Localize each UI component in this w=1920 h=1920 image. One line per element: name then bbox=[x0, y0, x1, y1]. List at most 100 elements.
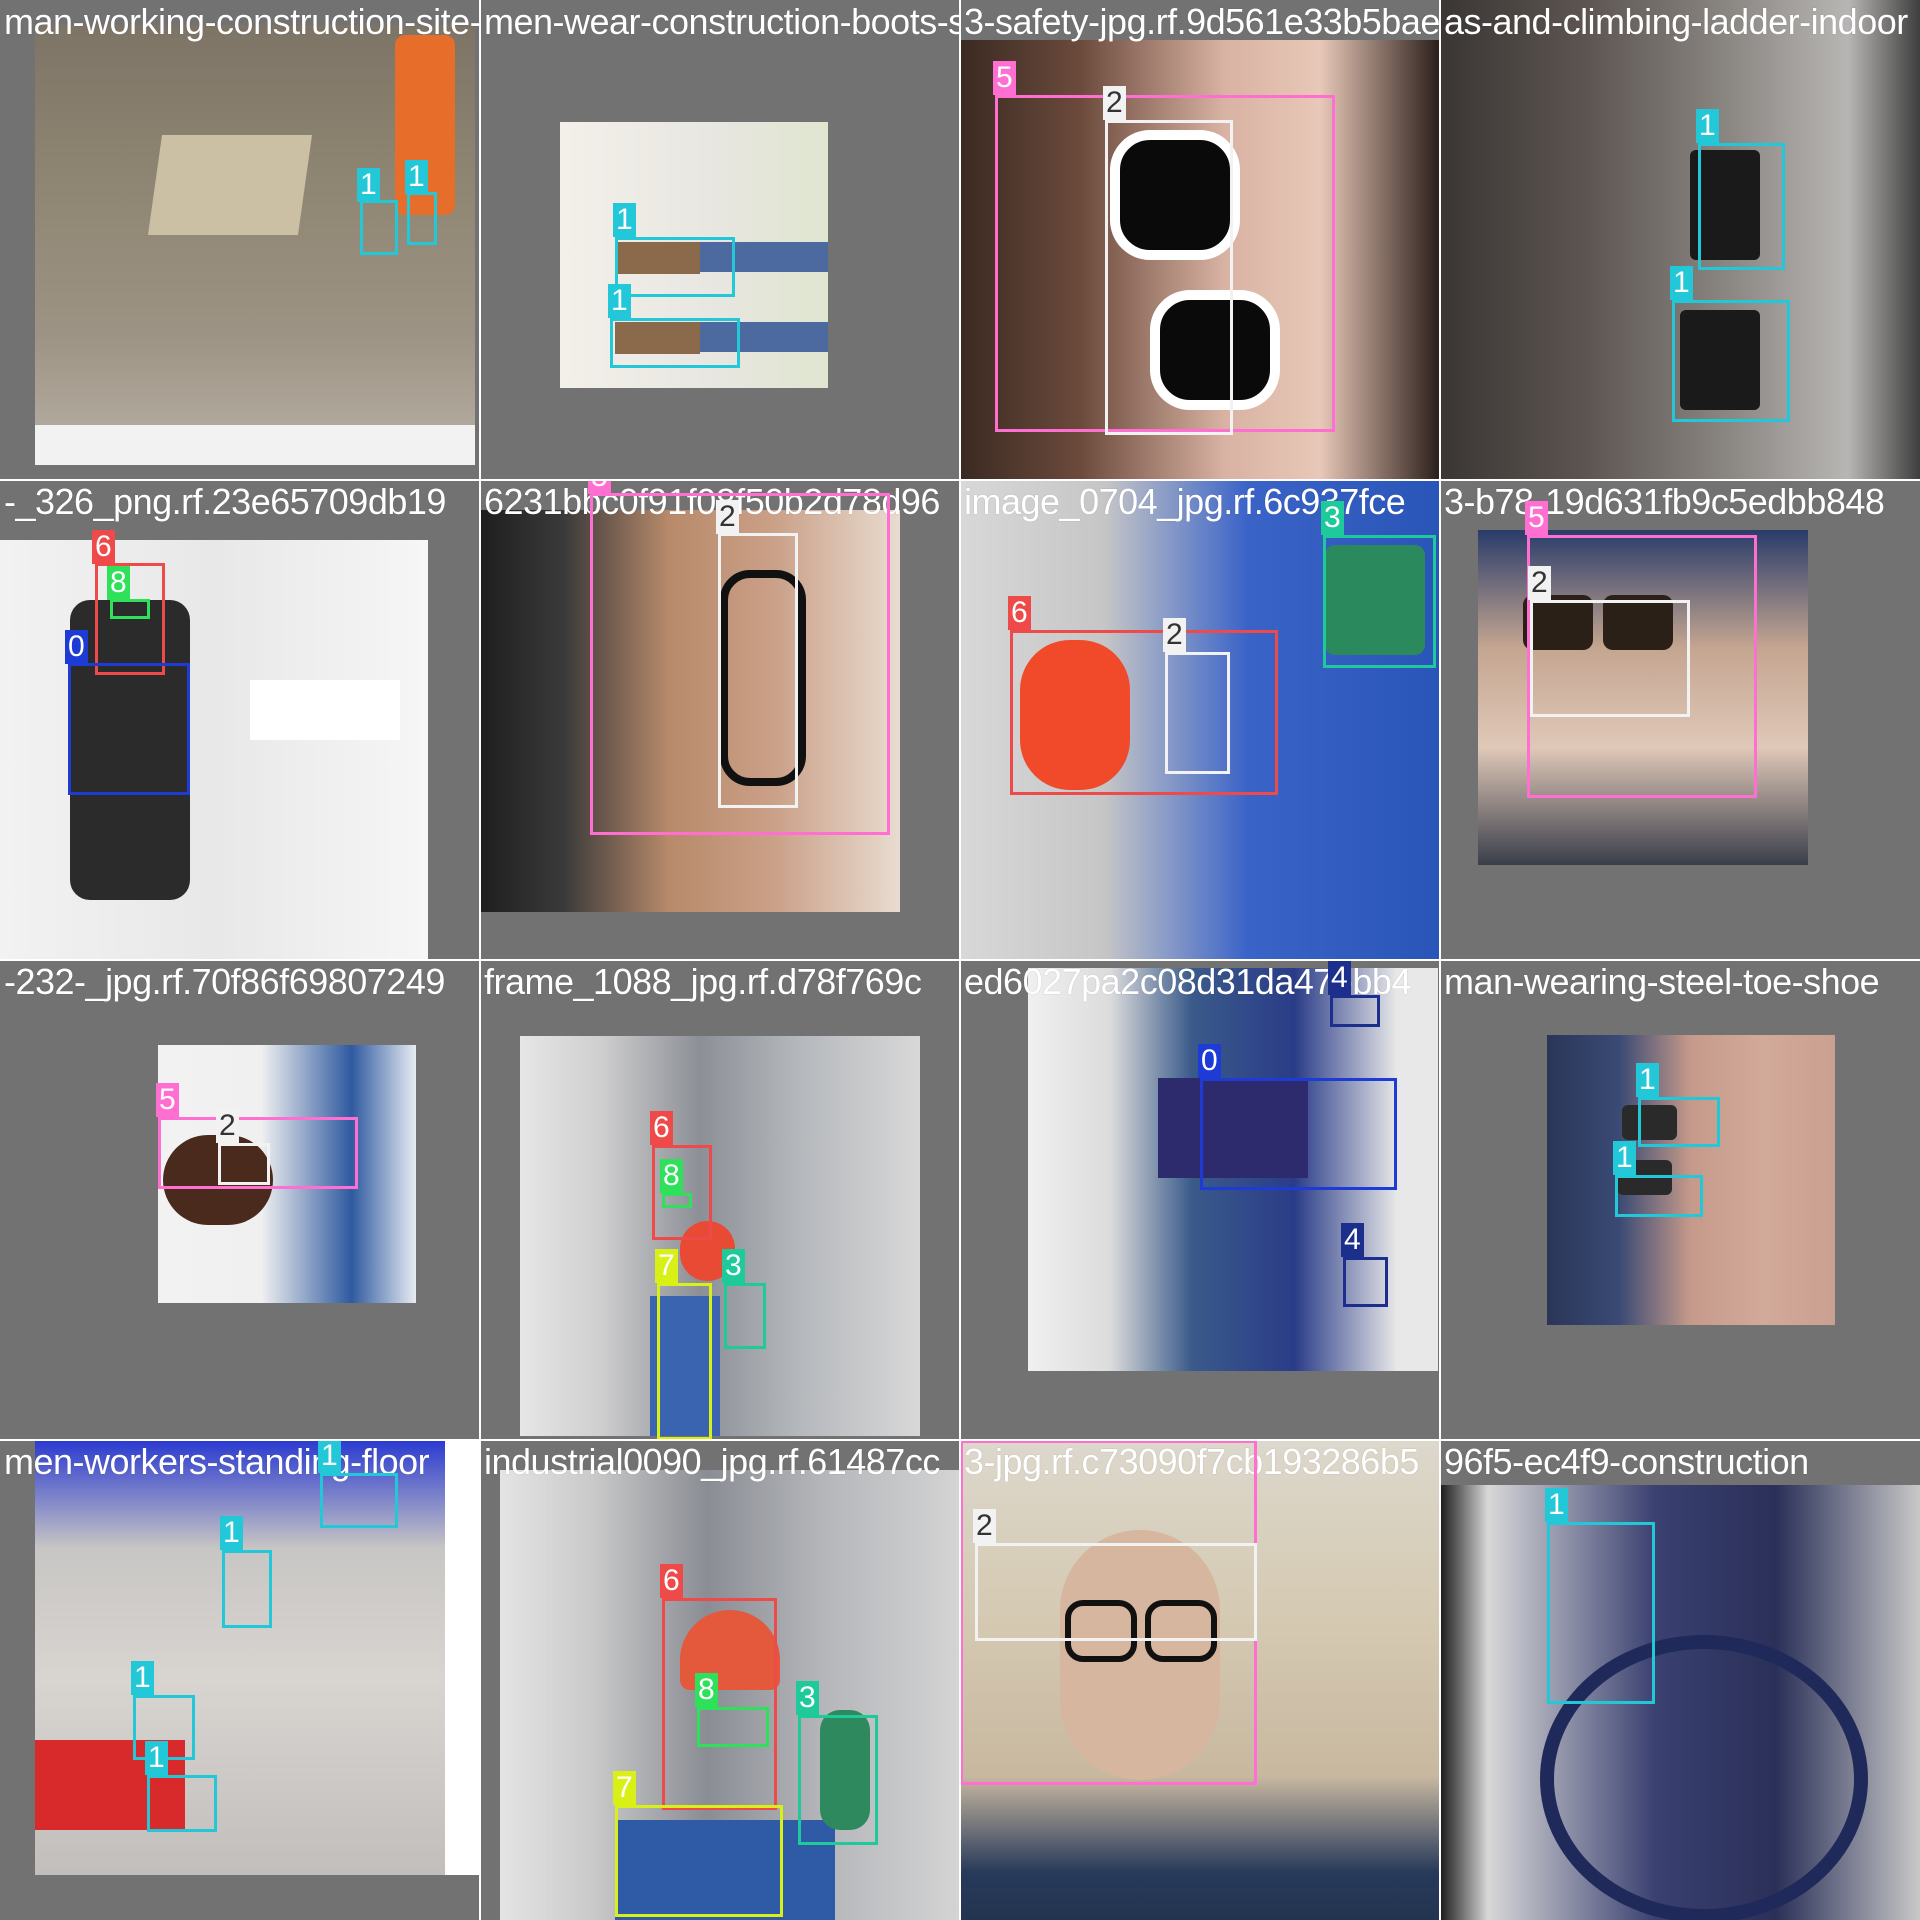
bbox-boot bbox=[147, 1775, 217, 1832]
bbox-label: 8 bbox=[660, 1159, 683, 1193]
bbox-helmet bbox=[95, 563, 165, 675]
bbox-glasses bbox=[218, 1143, 270, 1185]
bbox-label: 1 bbox=[357, 168, 380, 202]
bbox-label: 1 bbox=[1696, 109, 1719, 143]
tile-title: men-wear-construction-boots-sale bbox=[484, 1, 960, 42]
bbox-vest bbox=[657, 1283, 712, 1440]
tile-12: man-wearing-steel-toe-shoe 1 1 bbox=[1440, 960, 1920, 1440]
tile-photo bbox=[35, 25, 475, 465]
bbox-helmet bbox=[662, 1598, 777, 1810]
tile-title: 3-b78-19d631fb9c5edbb848 bbox=[1444, 481, 1885, 522]
bbox-helmet bbox=[1010, 630, 1278, 795]
tile-title: industrial0090_jpg.rf.61487cc bbox=[484, 1441, 940, 1482]
bbox-vest bbox=[615, 1805, 783, 1917]
bbox-boot bbox=[360, 200, 398, 255]
tile-title: 3-safety-jpg.rf.9d561e33b5baefe4 bbox=[964, 1, 1440, 42]
bbox-label: 2 bbox=[716, 500, 739, 534]
bbox-glasses bbox=[1165, 652, 1230, 774]
grid-separator bbox=[0, 1439, 1920, 1441]
bbox-label: 1 bbox=[1545, 1488, 1568, 1522]
bbox-label: 1 bbox=[131, 1661, 154, 1695]
bbox-hand bbox=[1343, 1257, 1388, 1307]
bbox-label: 6 bbox=[660, 1564, 683, 1598]
bbox-label: 1 bbox=[318, 1440, 341, 1473]
tile-1: man-working-construction-site-1341331-1 … bbox=[0, 0, 480, 480]
tile-photo bbox=[1440, 1485, 1920, 1920]
tile-title: as-and-climbing-ladder-indoor bbox=[1444, 1, 1908, 42]
bbox-label: 4 bbox=[1328, 961, 1351, 995]
tile-10: frame_1088_jpg.rf.d78f769c 6 8 7 3 bbox=[480, 960, 960, 1440]
bbox-label: 6 bbox=[650, 1111, 673, 1145]
tile-8: 3-b78-19d631fb9c5edbb848 5 2 bbox=[1440, 480, 1920, 960]
tile-16: 96f5-ec4f9-construction 1 bbox=[1440, 1440, 1920, 1920]
bbox-boot bbox=[222, 1550, 272, 1628]
bbox-label: 2 bbox=[1103, 86, 1126, 120]
tile-13: men-workers-standing-floor 1 1 1 1 bbox=[0, 1440, 480, 1920]
bbox-harness bbox=[68, 663, 190, 795]
bbox-goggles bbox=[110, 599, 150, 619]
bbox-label: 2 bbox=[1528, 566, 1551, 600]
bbox-gloves bbox=[798, 1715, 878, 1845]
bbox-label: 8 bbox=[695, 1673, 718, 1707]
bbox-label: 0 bbox=[1198, 1044, 1221, 1078]
bbox-label: 7 bbox=[613, 1771, 636, 1805]
tile-title: -_326_png.rf.23e65709db19 bbox=[4, 481, 446, 522]
bbox-boot bbox=[407, 192, 437, 245]
bbox-glasses bbox=[975, 1543, 1257, 1641]
tile-photo bbox=[35, 1440, 480, 1875]
grid-separator bbox=[0, 959, 1920, 961]
bbox-gloves bbox=[724, 1283, 766, 1349]
tile-title: 96f5-ec4f9-construction bbox=[1444, 1441, 1809, 1482]
bbox-label: 3 bbox=[722, 1249, 745, 1283]
tile-11: ed6027pa2c08d31da47ebb4 4 0 4 bbox=[960, 960, 1440, 1440]
bbox-label: 1 bbox=[608, 284, 631, 318]
bbox-hand bbox=[1330, 995, 1380, 1027]
grid-separator bbox=[0, 479, 1920, 481]
bbox-glasses bbox=[1530, 600, 1690, 717]
bbox-label: 3 bbox=[1321, 501, 1344, 535]
bbox-label: 1 bbox=[613, 203, 636, 237]
bbox-boot bbox=[1672, 300, 1790, 422]
bbox-label: 2 bbox=[216, 1109, 239, 1143]
bbox-boot bbox=[610, 318, 740, 368]
bbox-label: 2 bbox=[973, 1509, 996, 1543]
bbox-label: 0 bbox=[65, 630, 88, 664]
bbox-glasses bbox=[718, 533, 798, 808]
bbox-label: 6 bbox=[92, 530, 115, 564]
bbox-boot bbox=[1638, 1097, 1720, 1147]
tile-2: men-wear-construction-boots-sale 1 1 bbox=[480, 0, 960, 480]
mosaic-grid: man-working-construction-site-1341331-1 … bbox=[0, 0, 1920, 1920]
bbox-boot bbox=[1547, 1522, 1655, 1704]
bbox-label: 7 bbox=[655, 1249, 678, 1283]
tile-title: frame_1088_jpg.rf.d78f769c bbox=[484, 961, 922, 1002]
bbox-label: 8 bbox=[107, 566, 130, 600]
bbox-label: 1 bbox=[1670, 266, 1693, 300]
bbox-boot bbox=[320, 1473, 398, 1528]
tile-5: -_326_png.rf.23e65709db19 6 8 0 bbox=[0, 480, 480, 960]
bbox-goggles bbox=[697, 1707, 769, 1747]
tile-photo bbox=[0, 540, 428, 960]
bbox-label: 2 bbox=[1163, 618, 1186, 652]
bbox-label: 1 bbox=[145, 1741, 168, 1775]
bbox-gloves bbox=[1323, 535, 1436, 668]
tile-title: man-wearing-steel-toe-shoe bbox=[1444, 961, 1880, 1002]
tile-title: man-working-construction-site-1341331-1 bbox=[4, 1, 480, 42]
tile-9: -232-_jpg.rf.70f86f69807249 5 2 bbox=[0, 960, 480, 1440]
tile-14: industrial0090_jpg.rf.61487cc 6 8 3 7 bbox=[480, 1440, 960, 1920]
bbox-label: 1 bbox=[220, 1516, 243, 1550]
bbox-label: 3 bbox=[796, 1681, 819, 1715]
bbox-harness bbox=[1200, 1078, 1397, 1190]
tile-6: 6231bbc0f91f08f50b2d78d96 5 2 bbox=[480, 480, 960, 960]
bbox-goggles bbox=[662, 1193, 692, 1208]
tile-photo bbox=[520, 1036, 920, 1436]
tile-4: as-and-climbing-ladder-indoor 1 1 bbox=[1440, 0, 1920, 480]
tile-title: -232-_jpg.rf.70f86f69807249 bbox=[4, 961, 445, 1002]
bbox-boot bbox=[1698, 143, 1785, 270]
bbox-label: 5 bbox=[993, 61, 1016, 95]
bbox-glasses bbox=[1105, 120, 1233, 435]
tile-15: 3-jpg.rf.c73090f7cb193286b5 5 2 bbox=[960, 1440, 1440, 1920]
bbox-label: 5 bbox=[588, 480, 611, 494]
bbox-label: 5 bbox=[156, 1083, 179, 1117]
bbox-label: 1 bbox=[1636, 1063, 1659, 1097]
bbox-label: 4 bbox=[1341, 1223, 1364, 1257]
